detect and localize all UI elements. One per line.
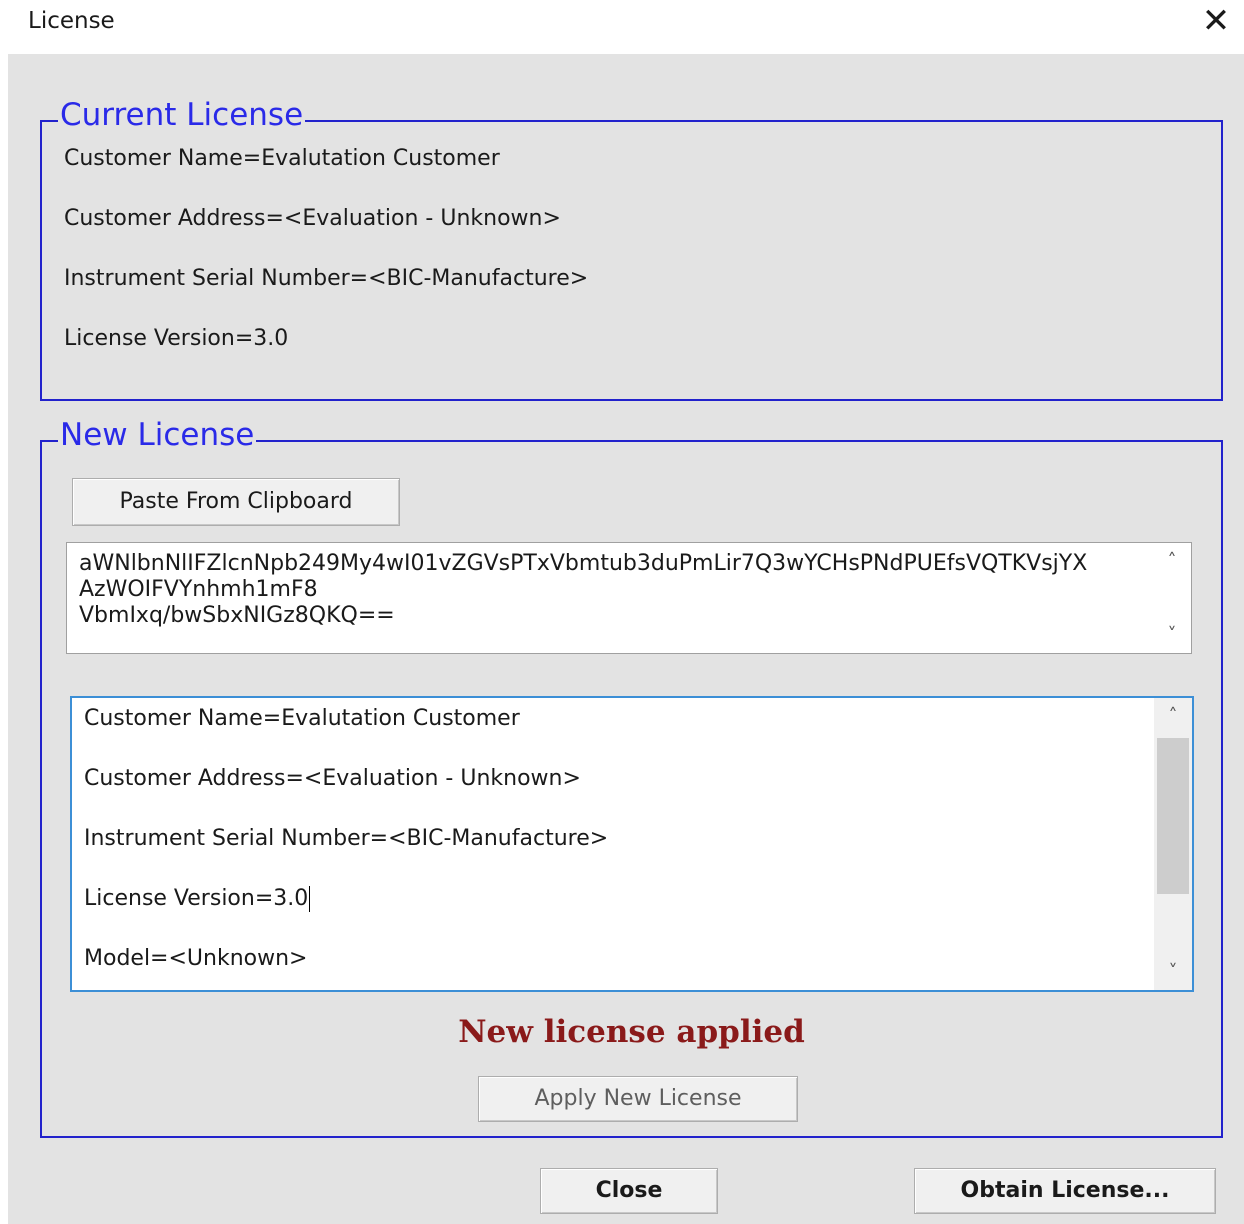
close-window-icon[interactable]: ✕ (1196, 0, 1236, 44)
window-title: License (28, 8, 115, 34)
current-serial-number: Instrument Serial Number=<BIC-Manufactur… (64, 266, 589, 291)
obtain-license-button[interactable]: Obtain License... (914, 1168, 1216, 1214)
detail-serial-number: Instrument Serial Number=<BIC-Manufactur… (84, 826, 609, 851)
scroll-thumb[interactable] (1157, 738, 1189, 894)
license-key-text: aWNlbnNlIFZlcnNpb249My4wI01vZGVsPTxVbmtu… (79, 551, 1088, 628)
detail-license-version: License Version=3.0 (84, 886, 309, 911)
dialog-body: Current License Customer Name=Evalutatio… (8, 54, 1244, 1224)
apply-new-license-button[interactable]: Apply New License (478, 1076, 798, 1122)
detail-customer-name: Customer Name=Evalutation Customer (84, 706, 520, 731)
license-key-textbox[interactable]: aWNlbnNlIFZlcnNpb249My4wI01vZGVsPTxVbmtu… (66, 542, 1192, 654)
scroll-up-icon[interactable]: ˄ (1154, 698, 1192, 734)
license-key-scrollbar[interactable]: ˄ ˅ (1153, 543, 1191, 653)
current-customer-address: Customer Address=<Evaluation - Unknown> (64, 206, 561, 231)
new-license-group: New License Paste From Clipboard aWNlbnN… (40, 416, 1223, 1138)
close-button[interactable]: Close (540, 1168, 718, 1214)
license-status-message: New license applied (458, 1014, 805, 1050)
text-cursor (309, 886, 311, 912)
license-details-scrollbar[interactable]: ˄ ˅ (1154, 698, 1192, 990)
current-license-group: Current License Customer Name=Evalutatio… (40, 96, 1223, 401)
new-license-legend: New License (58, 416, 257, 454)
license-details-textbox[interactable]: Customer Name=Evalutation Customer Custo… (70, 696, 1194, 992)
current-license-version: License Version=3.0 (64, 326, 289, 351)
detail-customer-address: Customer Address=<Evaluation - Unknown> (84, 766, 581, 791)
detail-license-version-row: License Version=3.0 (84, 886, 311, 912)
current-license-legend: Current License (58, 96, 306, 134)
scroll-down-icon[interactable]: ˅ (1153, 617, 1191, 653)
title-bar: License ✕ (0, 0, 1244, 54)
scroll-down-icon[interactable]: ˅ (1154, 954, 1192, 990)
current-customer-name: Customer Name=Evalutation Customer (64, 146, 500, 171)
scroll-up-icon[interactable]: ˄ (1153, 543, 1191, 579)
paste-from-clipboard-button[interactable]: Paste From Clipboard (72, 478, 400, 526)
detail-model: Model=<Unknown> (84, 946, 308, 971)
